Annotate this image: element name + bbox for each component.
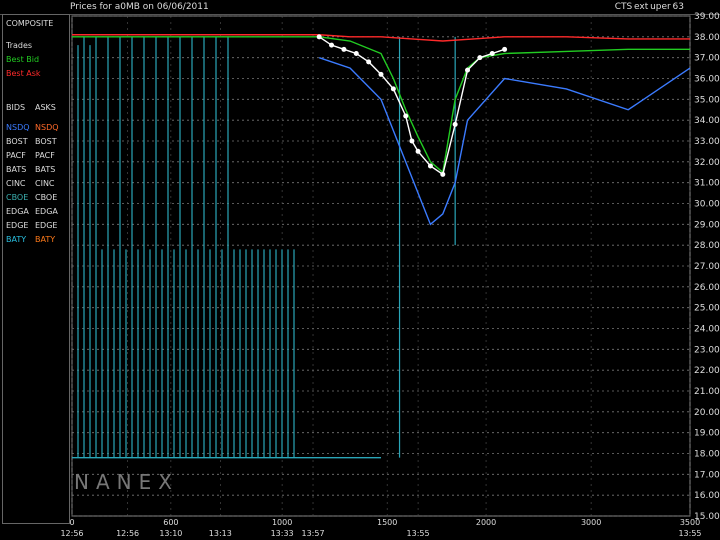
trade-point <box>502 46 508 52</box>
trade-point <box>409 138 415 144</box>
y-tick-label: 23.00 <box>694 345 720 355</box>
trade-point <box>452 121 458 127</box>
y-tick-label: 28.00 <box>694 241 720 251</box>
y-tick-label: 38.00 <box>694 33 720 43</box>
y-tick-label: 17.00 <box>694 470 720 480</box>
x-tick-label-bottom: 12:56 <box>60 529 83 538</box>
y-tick-label: 36.00 <box>694 75 720 85</box>
price-chart: 39.00 38.00 37.00 36.00 35.00 34.00 33.00 32.00… <box>60 12 720 538</box>
trade-point <box>415 148 421 154</box>
x-tick-label-top: 0 <box>69 518 74 527</box>
trade-point <box>341 46 347 52</box>
y-tick-label: 18.00 <box>694 450 720 460</box>
x-tick-label-bottom: 13:13 <box>209 529 232 538</box>
y-tick-label: 31.00 <box>694 179 720 189</box>
y-tick-label: 34.00 <box>694 116 720 126</box>
trade-point <box>378 71 384 77</box>
x-tick-label-bottom: 13:33 <box>271 529 294 538</box>
x-tick-label-top: 3500 <box>680 518 700 527</box>
trade-point <box>465 67 471 73</box>
y-tick-label: 35.00 <box>694 95 720 105</box>
x-tick-label-bottom: 13:57 <box>301 529 324 538</box>
x-tick-label-bottom: 13:55 <box>407 529 430 538</box>
y-tick-label: 21.00 <box>694 387 720 397</box>
y-tick-label: 24.00 <box>694 325 720 335</box>
trade-point <box>329 42 335 48</box>
y-tick-label: 26.00 <box>694 283 720 293</box>
y-tick-label: 20.00 <box>694 408 720 418</box>
nanex-watermark: NANEX <box>74 470 179 494</box>
series-line-best-bid <box>72 36 690 174</box>
y-tick-label: 30.00 <box>694 200 720 210</box>
trade-point <box>366 59 372 65</box>
chart-window: Prices for a0MB on 06/06/2011 CTS ext up… <box>0 0 720 540</box>
trade-point <box>440 171 446 177</box>
y-tick-label: 37.00 <box>694 54 720 64</box>
x-tick-label-bottom: 13:55 <box>678 529 701 538</box>
trade-point <box>403 113 409 119</box>
trade-point <box>427 163 433 169</box>
y-tick-label: 39.00 <box>694 12 720 22</box>
x-tick-label-bottom: 12:56 <box>116 529 139 538</box>
trade-point <box>316 34 322 40</box>
x-tick-label-top: 3000 <box>581 518 601 527</box>
y-tick-label: 25.00 <box>694 304 720 314</box>
x-tick-label-top: 2000 <box>476 518 496 527</box>
x-tick-label-bottom: 13:10 <box>159 529 182 538</box>
y-tick-label: 33.00 <box>694 137 720 147</box>
y-tick-label: 19.00 <box>694 429 720 439</box>
series-line-nsdq <box>318 57 691 226</box>
x-tick-label-top: 1500 <box>377 518 397 527</box>
trade-point <box>353 51 359 56</box>
y-tick-label: 32.00 <box>694 158 720 168</box>
y-tick-label: 29.00 <box>694 220 720 230</box>
x-tick-label-top: 600 <box>163 518 178 527</box>
trade-point <box>390 86 396 92</box>
x-tick-label-top: 1000 <box>272 518 292 527</box>
y-tick-label: 22.00 <box>694 366 720 376</box>
y-tick-label: 16.00 <box>694 491 720 501</box>
series-line-best-ask <box>72 34 690 42</box>
y-tick-label: 27.00 <box>694 262 720 272</box>
trade-point <box>477 55 483 61</box>
trade-point <box>489 51 495 56</box>
